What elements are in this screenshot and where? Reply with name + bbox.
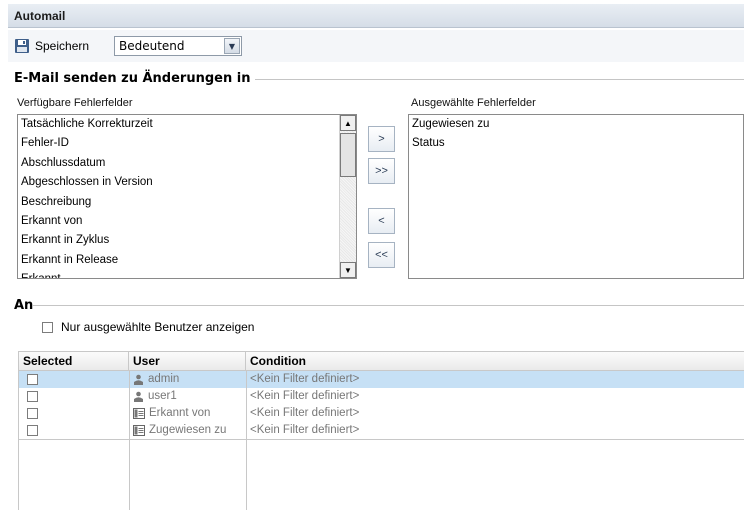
table-row[interactable]: Erkannt von <Kein Filter definiert> — [19, 405, 744, 422]
importance-select-value: Bedeutend — [119, 39, 185, 53]
list-item[interactable]: Tatsächliche Korrekturzeit — [18, 115, 356, 134]
only-selected-users-checkbox[interactable] — [42, 321, 53, 333]
toolbar: Speichern Bedeutend ▼ — [8, 30, 744, 62]
row-checkbox[interactable] — [27, 374, 38, 385]
add-all-fields-button[interactable]: >> — [368, 158, 395, 184]
row-selected-cell — [19, 388, 129, 405]
selected-fields-list[interactable]: Zugewiesen zu Status — [408, 114, 744, 279]
row-user-name: Zugewiesen zu — [149, 424, 227, 436]
row-checkbox[interactable] — [27, 425, 38, 436]
selected-fields-label: Ausgewählte Fehlerfelder — [411, 97, 536, 109]
save-button[interactable]: Speichern — [14, 36, 89, 56]
floppy-disk-icon — [15, 39, 29, 53]
column-divider — [246, 371, 247, 510]
available-list-scrollbar[interactable]: ▲ ▼ — [339, 115, 356, 278]
row-checkbox[interactable] — [27, 408, 38, 419]
row-condition-cell[interactable]: <Kein Filter definiert> — [246, 405, 744, 422]
importance-select[interactable]: Bedeutend ▼ — [114, 36, 242, 56]
column-header-selected[interactable]: Selected — [19, 352, 129, 370]
table-row[interactable]: Zugewiesen zu <Kein Filter definiert> — [19, 422, 744, 439]
scrollbar-thumb[interactable] — [340, 133, 356, 177]
send-section-title: E-Mail senden zu Änderungen in — [14, 70, 250, 86]
list-item[interactable]: Abschlussdatum — [18, 154, 356, 173]
row-divider — [19, 439, 744, 440]
list-item[interactable]: Beschreibung — [18, 193, 356, 212]
user-icon — [134, 391, 143, 402]
recipients-section-title-text: An — [14, 297, 34, 313]
remove-field-button[interactable]: < — [368, 208, 395, 234]
row-selected-cell — [19, 422, 129, 439]
recipients-table: Selected User Condition admin <Kein Filte… — [18, 351, 744, 510]
row-user-cell: Zugewiesen zu — [129, 422, 246, 439]
list-item[interactable]: Erkannt in Release — [18, 251, 356, 270]
row-condition-cell[interactable]: <Kein Filter definiert> — [246, 371, 744, 388]
row-condition-cell[interactable]: <Kein Filter definiert> — [246, 388, 744, 405]
list-item[interactable]: Erkannt von — [18, 212, 356, 231]
row-user-cell: user1 — [129, 388, 246, 405]
list-item[interactable]: Erkannt... — [18, 270, 356, 278]
recipients-section-title: An — [14, 297, 33, 313]
row-user-name: admin — [148, 373, 180, 385]
row-user-name: Erkannt von — [149, 407, 211, 419]
field-icon — [133, 408, 145, 419]
chevron-down-icon[interactable]: ▼ — [224, 38, 240, 54]
row-checkbox[interactable] — [27, 391, 38, 402]
row-selected-cell — [19, 405, 129, 422]
row-user-cell: Erkannt von — [129, 405, 246, 422]
list-item[interactable]: Zugewiesen zu — [409, 115, 743, 134]
scroll-up-icon[interactable]: ▲ — [340, 115, 356, 131]
list-item[interactable]: Fehler-ID — [18, 134, 356, 153]
user-icon — [134, 374, 143, 385]
table-header: Selected User Condition — [19, 352, 744, 371]
column-divider — [129, 371, 130, 510]
list-item[interactable]: Erkannt in Zyklus — [18, 231, 356, 250]
field-icon — [133, 425, 145, 436]
section-divider — [33, 305, 744, 306]
row-condition-cell[interactable]: <Kein Filter definiert> — [246, 422, 744, 439]
list-item[interactable]: Abgeschlossen in Version — [18, 173, 356, 192]
row-user-name: user1 — [148, 390, 177, 402]
remove-all-fields-button[interactable]: << — [368, 242, 395, 268]
list-item[interactable]: Status — [409, 134, 743, 153]
window-title: Automail — [8, 4, 744, 28]
column-header-condition[interactable]: Condition — [246, 352, 744, 370]
only-selected-users-label: Nur ausgewählte Benutzer anzeigen — [61, 320, 255, 334]
available-fields-list[interactable]: Tatsächliche Korrekturzeit Fehler-ID Absch… — [17, 114, 357, 279]
add-field-button[interactable]: > — [368, 126, 395, 152]
row-selected-cell — [19, 371, 129, 388]
table-row[interactable]: admin <Kein Filter definiert> — [19, 371, 744, 388]
save-button-label: Speichern — [35, 39, 90, 53]
table-row[interactable]: user1 <Kein Filter definiert> — [19, 388, 744, 405]
only-selected-users-option[interactable]: Nur ausgewählte Benutzer anzeigen — [42, 320, 254, 334]
available-fields-label: Verfügbare Fehlerfelder — [17, 97, 133, 109]
scroll-down-icon[interactable]: ▼ — [340, 262, 356, 278]
section-divider — [255, 79, 744, 80]
column-header-user[interactable]: User — [129, 352, 246, 370]
send-section-title-text: E-Mail senden zu Änderungen in — [14, 70, 251, 86]
row-user-cell: admin — [129, 371, 246, 388]
